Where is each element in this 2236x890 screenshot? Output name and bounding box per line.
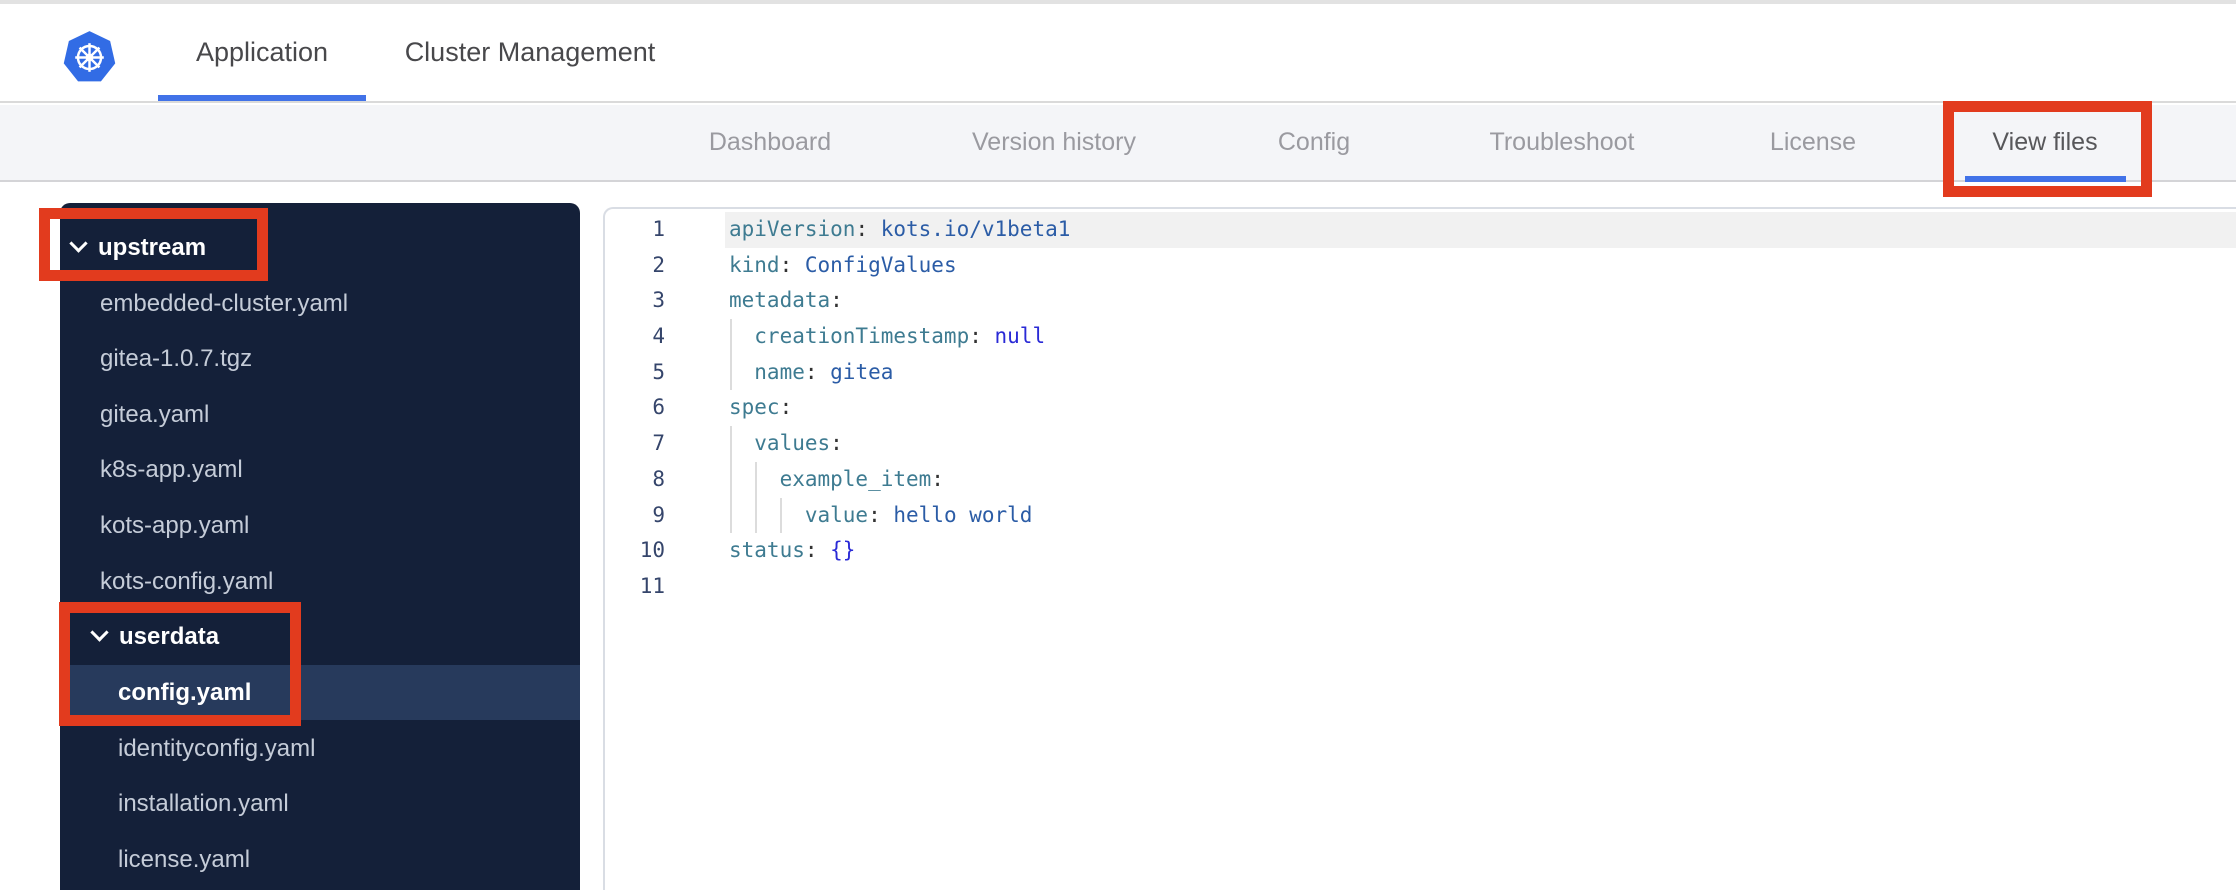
code-line-8[interactable]: 8 example_item:	[605, 461, 2236, 498]
app-subnav: Dashboard Version history Config Trouble…	[0, 105, 2236, 182]
indent-guide	[730, 461, 732, 498]
code-text: value: hello world	[725, 497, 2236, 534]
code-line-9[interactable]: 9 value: hello world	[605, 497, 2236, 534]
tab-dashboard[interactable]: Dashboard	[709, 105, 831, 180]
line-number: 6	[652, 395, 665, 420]
code-lines: 1 apiVersion: kots.io/v1beta1 2 kind: Confi…	[605, 212, 2236, 605]
tab-config[interactable]: Config	[1278, 105, 1350, 180]
tree-file-installation-yaml[interactable]: installation.yaml	[60, 776, 580, 831]
active-tab-underline	[158, 95, 366, 101]
indent-guide	[780, 497, 783, 534]
tree-file-config-yaml-selected[interactable]: config.yaml	[60, 665, 580, 720]
code-line-11[interactable]: 11	[605, 569, 2236, 605]
tree-file-kots-app-yaml[interactable]: kots-app.yaml	[60, 498, 580, 553]
line-number: 5	[652, 359, 665, 384]
code-text: kind: ConfigValues	[729, 252, 957, 277]
tab-version-history[interactable]: Version history	[972, 105, 1136, 180]
tab-cluster-management[interactable]: Cluster Management	[395, 4, 665, 101]
tree-folder-userdata[interactable]: userdata	[60, 609, 580, 664]
tree-file-kots-config-yaml[interactable]: kots-config.yaml	[60, 554, 580, 609]
page: Application Cluster Management Dashboard…	[0, 0, 2236, 890]
code-line-2[interactable]: 2 kind: ConfigValues	[605, 248, 2236, 284]
code-text: status: {}	[729, 538, 856, 563]
yaml-code-editor[interactable]: 1 apiVersion: kots.io/v1beta1 2 kind: Confi…	[603, 207, 2236, 890]
indent-guide	[730, 319, 732, 355]
indent-guide	[730, 497, 732, 534]
tree-file-embedded-cluster-yaml[interactable]: embedded-cluster.yaml	[60, 276, 580, 331]
code-text: values:	[725, 426, 2236, 462]
line-number: 2	[652, 252, 665, 277]
code-text: apiVersion: kots.io/v1beta1	[725, 212, 2236, 248]
code-text: example_item:	[725, 461, 2236, 498]
chevron-down-icon	[90, 623, 109, 642]
code-line-4[interactable]: 4 creationTimestamp: null	[605, 319, 2236, 355]
tree-file-license-yaml[interactable]: license.yaml	[60, 832, 580, 887]
main-nav: Application Cluster Management	[0, 4, 2236, 103]
tree-folder-upstream[interactable]: upstream	[60, 220, 580, 275]
line-number: 3	[652, 288, 665, 313]
tab-troubleshoot[interactable]: Troubleshoot	[1490, 105, 1635, 180]
indent-guide	[755, 497, 758, 534]
code-line-6[interactable]: 6 spec:	[605, 390, 2236, 426]
tree-file-gitea-yaml[interactable]: gitea.yaml	[60, 387, 580, 442]
code-line-3[interactable]: 3 metadata:	[605, 283, 2236, 319]
tab-application[interactable]: Application	[158, 4, 366, 101]
code-text: name: gitea	[725, 354, 2236, 391]
tab-license[interactable]: License	[1770, 105, 1856, 180]
file-tree-sidebar: upstream embedded-cluster.yaml gitea-1.0…	[60, 203, 580, 890]
tab-view-files[interactable]: View files	[1992, 105, 2097, 180]
tree-file-k8s-app-yaml[interactable]: k8s-app.yaml	[60, 442, 580, 497]
code-line-10[interactable]: 10 status: {}	[605, 533, 2236, 569]
line-number: 9	[652, 502, 665, 527]
code-text: spec:	[729, 395, 793, 420]
indent-guide	[730, 426, 732, 462]
line-number: 7	[652, 431, 665, 456]
indent-guide	[730, 354, 732, 391]
view-files-active-underline	[1965, 176, 2126, 182]
line-number: 4	[652, 324, 665, 349]
indent-guide	[755, 461, 758, 498]
code-text: metadata:	[729, 288, 843, 313]
code-text: creationTimestamp: null	[725, 319, 2236, 355]
line-number: 10	[639, 538, 665, 563]
code-line-1[interactable]: 1 apiVersion: kots.io/v1beta1	[605, 212, 2236, 248]
kubernetes-logo-icon[interactable]	[62, 30, 117, 85]
tree-file-gitea-tgz[interactable]: gitea-1.0.7.tgz	[60, 331, 580, 386]
line-number: 11	[639, 573, 665, 598]
tree-file-identityconfig-yaml[interactable]: identityconfig.yaml	[60, 721, 580, 776]
code-line-5[interactable]: 5 name: gitea	[605, 354, 2236, 391]
line-number: 8	[652, 466, 665, 491]
line-number: 1	[652, 217, 665, 241]
code-line-7[interactable]: 7 values:	[605, 426, 2236, 462]
chevron-down-icon	[69, 234, 88, 253]
